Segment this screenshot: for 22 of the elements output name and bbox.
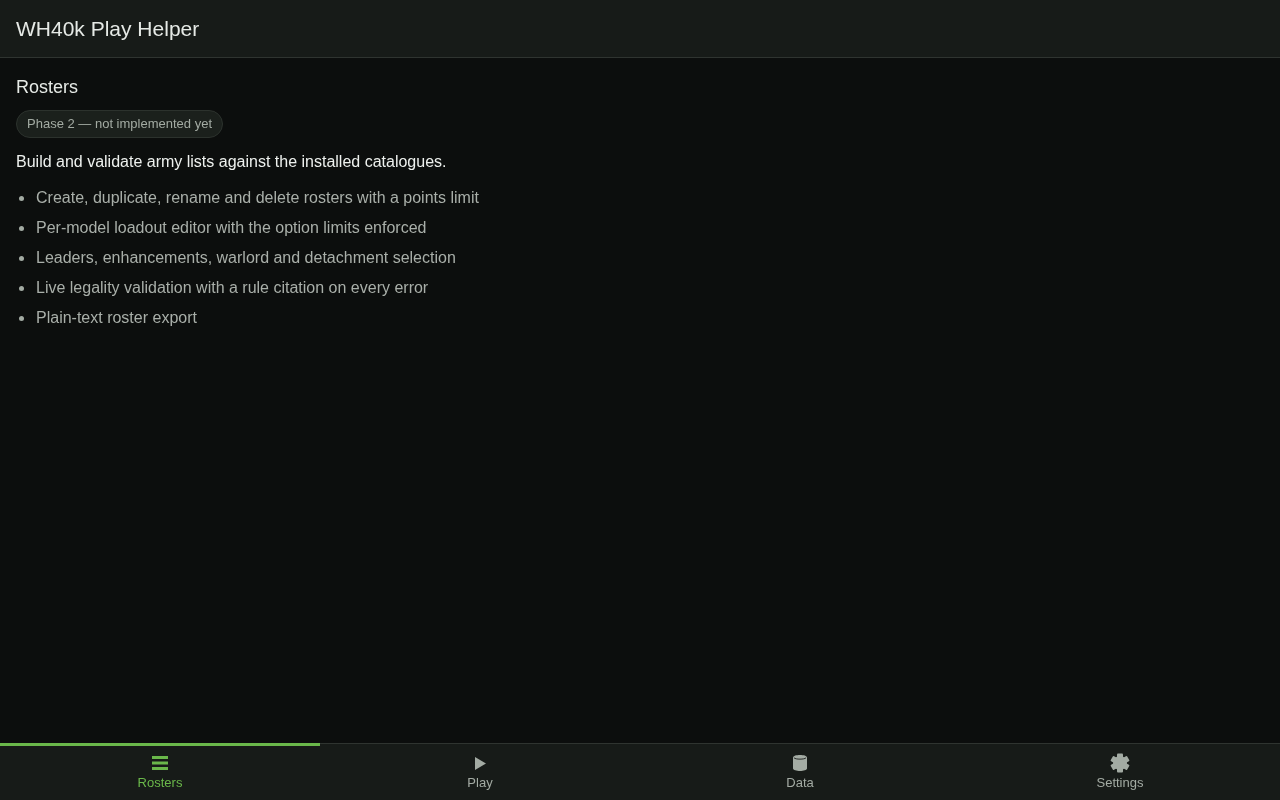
nav-tab[interactable]: Settings xyxy=(960,743,1280,800)
app-title: WH40k Play Helper xyxy=(16,15,200,42)
menu-icon xyxy=(152,756,168,770)
nav-tab[interactable]: Data xyxy=(640,743,960,800)
feature-item: Per-model loadout editor with the option limits enforced xyxy=(36,218,427,238)
bullet-icon xyxy=(19,225,24,231)
page-heading: Rosters xyxy=(16,76,79,99)
nav-tab[interactable]: Rosters xyxy=(0,743,320,800)
feature-item: Plain-text roster export xyxy=(36,308,197,328)
status-badge: Phase 2 — not implemented yet xyxy=(16,110,223,138)
nav-tab[interactable]: Play xyxy=(320,743,640,800)
feature-item: Live legality validation with a rule citation on every error xyxy=(36,278,429,298)
gear-icon xyxy=(1110,753,1130,773)
bullet-icon xyxy=(19,285,24,291)
bullet-icon xyxy=(19,315,24,321)
database-icon xyxy=(793,755,807,771)
feature-item: Create, duplicate, rename and delete rosters with a points limit xyxy=(36,188,479,208)
bullet-icon xyxy=(19,195,24,201)
bullet-icon xyxy=(19,255,24,261)
play-icon xyxy=(474,756,486,770)
feature-item: Leaders, enhancements, warlord and detachment selection xyxy=(36,248,456,268)
intro-text: Build and validate army lists against the installed catalogues. xyxy=(16,152,448,172)
